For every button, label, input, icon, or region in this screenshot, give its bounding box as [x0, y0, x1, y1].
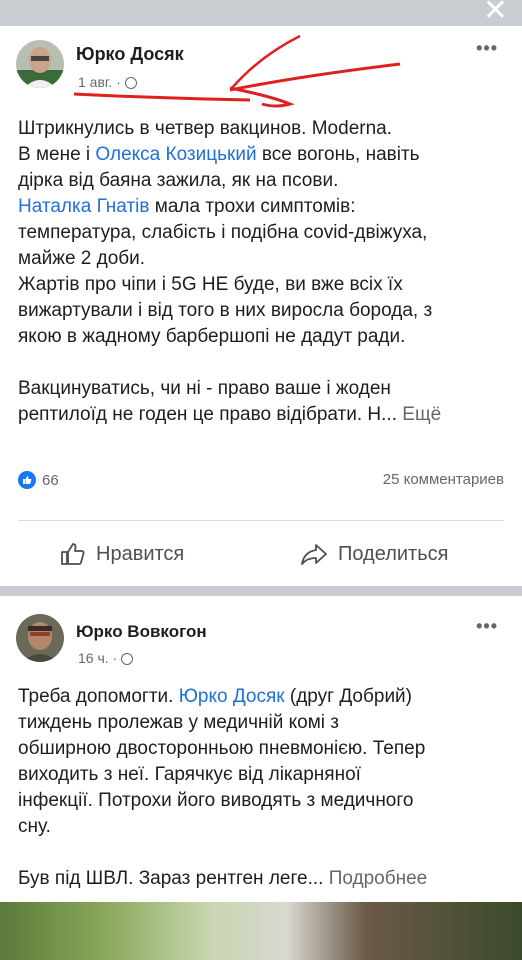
like-label: Нравится	[96, 542, 185, 565]
thumbs-up-icon	[61, 543, 85, 565]
post-body: Штрикнулись в четвер вакцинов. Moderna. …	[18, 116, 510, 428]
post-date[interactable]: 16 ч. ·	[78, 650, 117, 666]
post-line: Був під ШВЛ. Зараз рентген леге... Подро…	[18, 868, 428, 889]
post-line	[18, 350, 510, 376]
post-meta: 16 ч. ·	[78, 650, 134, 666]
post-line: вижартували і від того в них виросла бор…	[18, 300, 433, 321]
globe-icon	[121, 653, 134, 665]
post-body: Треба допомогти. Юрко Досяк (друг Добрий…	[18, 684, 510, 892]
top-bar: ✕	[0, 0, 522, 26]
like-button[interactable]: Нравится	[60, 542, 184, 566]
avatar[interactable]	[16, 614, 64, 662]
mention-link[interactable]: Олекса Козицький	[95, 144, 256, 165]
more-options-icon[interactable]: •••	[476, 616, 498, 637]
post-line: Жартів про чіпи і 5G НЕ буде, ви вже всі…	[18, 274, 403, 295]
mention-link[interactable]: Наталка Гнатів	[18, 196, 149, 217]
post-author[interactable]: Юрко Вовкогон	[76, 622, 207, 642]
mention-link[interactable]: Юрко Досяк	[179, 686, 285, 707]
post-line	[18, 840, 510, 866]
post-line: дірка від баяна зажила, як на псови.	[18, 170, 339, 191]
post-line: майже 2 доби.	[18, 248, 146, 269]
post-line: обширною двосторонньою пневмонією. Тепер	[18, 738, 426, 759]
post-photo[interactable]	[0, 902, 522, 960]
post-line: температура, слабість і подібна covid-дв…	[18, 222, 428, 243]
share-label: Поделиться	[338, 542, 449, 565]
post-card: Юрко Досяк 1 авг. · ••• Штрикнулись в че…	[0, 26, 522, 586]
post-line: якою в жадному барбершопі не дадут ради.	[18, 326, 406, 347]
like-reaction-icon	[18, 471, 36, 489]
post-card: Юрко Вовкогон 16 ч. · ••• Треба допомогт…	[0, 596, 522, 960]
comments-count[interactable]: 25 комментариев	[383, 471, 504, 488]
reactions-count: 66	[42, 471, 59, 489]
post-line: В мене і Олекса Козицький все вогонь, на…	[18, 144, 420, 165]
close-icon[interactable]: ✕	[483, 0, 508, 26]
post-line: інфекції. Потрохи його виводять з медичн…	[18, 790, 414, 811]
share-icon	[301, 544, 327, 565]
post-line: тиждень пролежав у медичній комі з	[18, 712, 340, 733]
see-more-link[interactable]: Ещё	[402, 404, 441, 425]
divider	[18, 520, 504, 521]
post-line: виходить з неї. Гарячкує від лікарняної	[18, 764, 361, 785]
post-line: Вакцинуватись, чи ні - право ваше і жоде…	[18, 378, 391, 399]
post-line: Наталка Гнатів мала трохи симптомів:	[18, 196, 356, 217]
post-line: сну.	[18, 816, 51, 837]
post-line: Штрикнулись в четвер вакцинов. Moderna.	[18, 118, 392, 139]
post-line: Треба допомогти. Юрко Досяк (друг Добрий…	[18, 686, 412, 707]
see-more-link[interactable]: Подробнее	[329, 868, 428, 889]
post-line: рептилоїд не годен це право відібрати. Н…	[18, 404, 442, 425]
reactions-summary[interactable]: 66	[18, 471, 59, 489]
share-button[interactable]: Поделиться	[300, 542, 448, 566]
